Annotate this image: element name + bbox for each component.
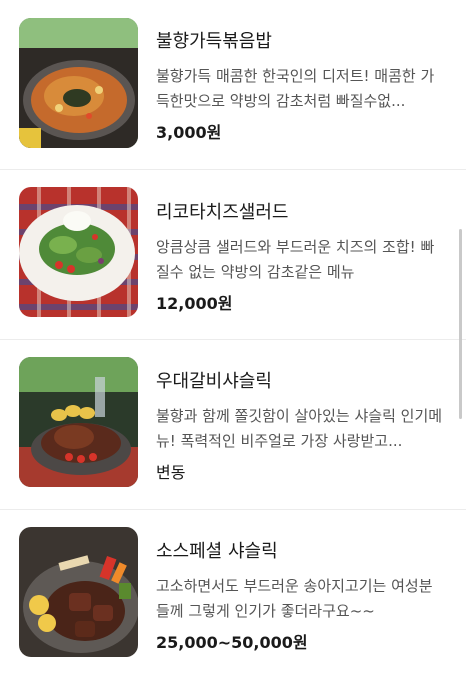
- menu-item-description: 앙큼상큼 샐러드와 부드러운 치즈의 조합! 빠질수 없는 약방의 감초같은 메…: [156, 238, 435, 281]
- menu-item[interactable]: 불향가득볶음밥 불향가득 매콤한 한국인의 디저트! 매콤한 가득한맛으로 약방…: [0, 0, 466, 170]
- fried-rice-photo: [19, 18, 138, 148]
- menu-item-name: 불향가득볶음밥: [156, 31, 272, 52]
- menu-item[interactable]: 우대갈비샤슬릭 불향과 함께 쫄깃함이 살아있는 샤슬릭 인기메뉴! 폭력적인 …: [0, 340, 466, 510]
- menu-item-description: 불향과 함께 쫄깃함이 살아있는 샤슬릭 인기메뉴! 폭력적인 비주얼로 가장 …: [156, 407, 443, 450]
- menu-item[interactable]: 소스페셜 샤슬릭 고소하면서도 부드러운 송아지고기는 여성분들께 그렇게 인기…: [0, 510, 466, 680]
- menu-item-description: 불향가득 매콤한 한국인의 디저트! 매콤한 가득한맛으로 약방의 감초처럼 빠…: [156, 67, 435, 110]
- ricotta-salad-photo: [19, 187, 138, 317]
- scrollbar[interactable]: [459, 229, 462, 419]
- menu-item-description: 고소하면서도 부드러운 송아지고기는 여성분들께 그렇게 인기가 좋더라구요~~: [156, 577, 433, 620]
- menu-item-price: 3,000원: [156, 123, 222, 142]
- menu-item-name: 소스페셜 샤슬릭: [156, 541, 278, 562]
- menu-item-price: 25,000~50,000원: [156, 633, 308, 652]
- menu-item-name: 우대갈비샤슬릭: [156, 371, 272, 392]
- menu-item-price: 12,000원: [156, 294, 233, 313]
- rib-shashlik-photo: [19, 357, 138, 487]
- special-shashlik-photo: [19, 527, 138, 657]
- menu-item[interactable]: 리코타치즈샐러드 앙큼상큼 샐러드와 부드러운 치즈의 조합! 빠질수 없는 약…: [0, 170, 466, 340]
- menu-item-price: 변동: [156, 463, 186, 482]
- menu-item-name: 리코타치즈샐러드: [156, 202, 289, 223]
